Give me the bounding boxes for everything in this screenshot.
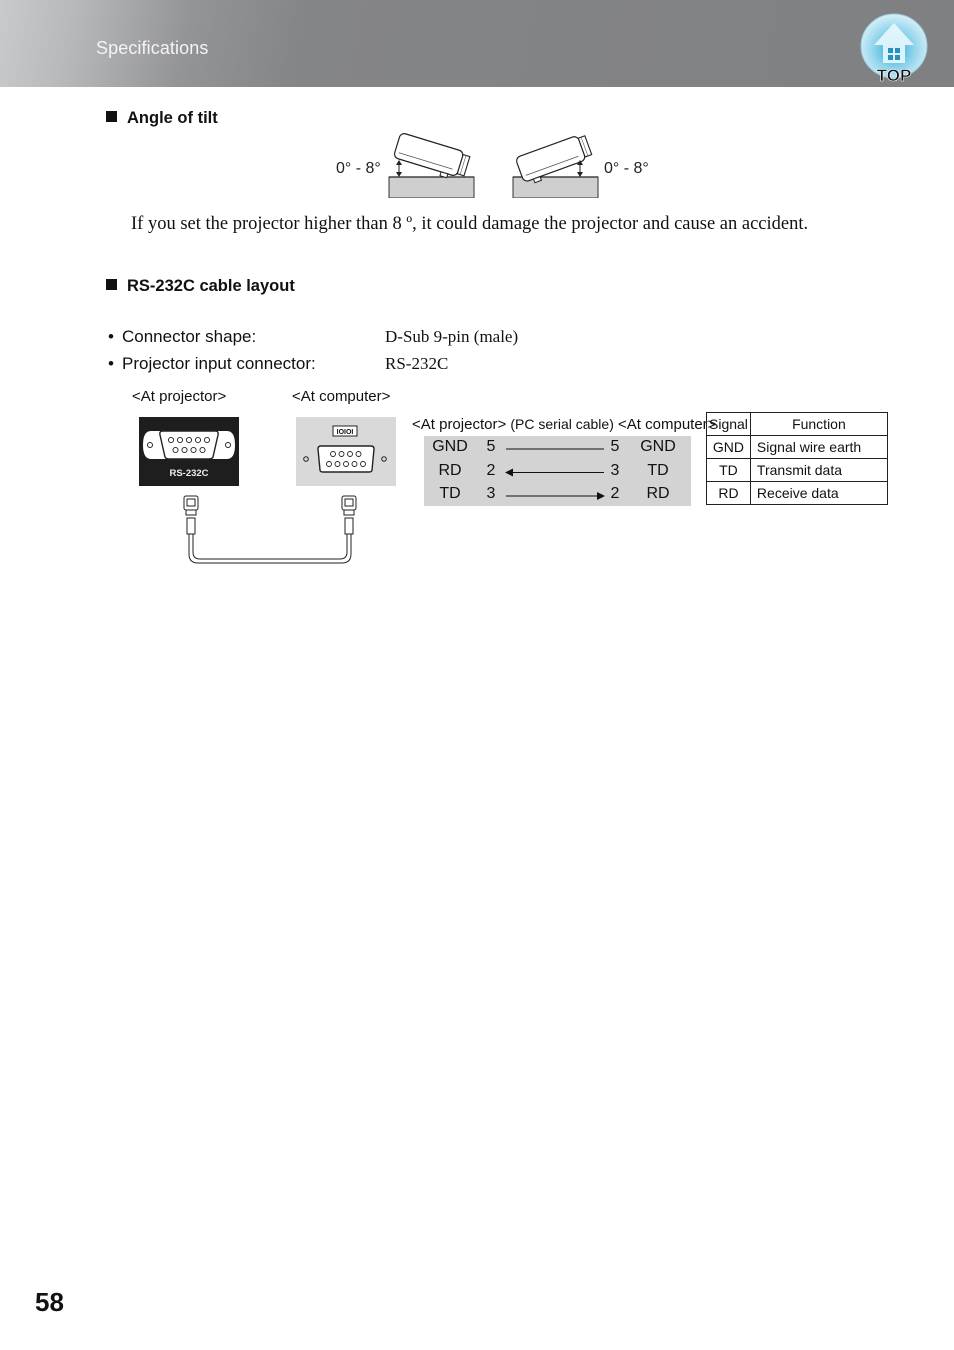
top-label: TOP <box>877 66 912 85</box>
serial-symbol: IOIOI <box>337 429 354 436</box>
table-row: TD Transmit data <box>706 458 888 482</box>
wiring-caption-cable: (PC serial cable) <box>510 416 614 432</box>
function-cell: Transmit data <box>749 458 888 482</box>
arrow-left-icon <box>505 468 513 477</box>
page-header: Specifications TOP <box>0 0 954 87</box>
section-heading-text: Angle of tilt <box>127 109 218 127</box>
function-cell: Signal wire earth <box>749 435 888 459</box>
wiring-header: <At projector> (PC serial cable) <At com… <box>412 416 716 433</box>
spec-item: • Connector shape: <box>108 327 256 347</box>
tilt-range-right: 0° - 8° <box>604 160 649 177</box>
section-heading-text: RS-232C cable layout <box>127 277 295 295</box>
home-up-arrow-icon: TOP <box>860 13 928 85</box>
spec-value: D-Sub 9-pin (male) <box>385 327 519 346</box>
page-number: 58 <box>35 1287 64 1317</box>
signal-cell: RD <box>706 481 751 505</box>
tilt-warning-text: If you set the projector higher than 8 º… <box>131 214 809 234</box>
cable-plug-left <box>183 495 199 535</box>
table-row: GND Signal wire earth <box>706 435 888 459</box>
tilt-range-left: 0° - 8° <box>336 160 381 177</box>
top-button[interactable]: TOP <box>860 13 928 85</box>
wiring-caption-computer: <At computer> <box>618 416 717 433</box>
table-header-row: Signal Function <box>706 412 888 436</box>
bullet-icon: • <box>108 327 114 346</box>
projector-rs232-port-illustration: RS-232C <box>139 417 239 486</box>
arrow-right-icon <box>597 492 605 500</box>
cable-plug-right <box>341 495 357 535</box>
header-title: Specifications <box>96 38 209 58</box>
computer-serial-port-illustration: IOIOI <box>296 417 396 486</box>
table-row: RD Receive data <box>706 481 888 505</box>
spec-value: RS-232C <box>385 354 449 373</box>
section-heading-rs232: RS-232C cable layout <box>106 277 295 296</box>
signal-cell: GND <box>706 435 751 459</box>
projector-tilt-left-illustration <box>388 133 475 198</box>
wiring-diagram: GND 5 5 GND RD 2 3 TD TD 3 2 RD <box>424 436 691 506</box>
square-bullet-icon <box>106 279 117 290</box>
wiring-caption-projector: <At projector> <box>412 416 507 433</box>
column-header-signal: Signal <box>706 412 751 436</box>
serial-cable-illustration <box>183 495 357 564</box>
spec-label: Connector shape: <box>122 327 257 346</box>
spec-label: Projector input connector: <box>122 354 316 373</box>
function-cell: Receive data <box>749 481 888 505</box>
bullet-icon: • <box>108 354 114 373</box>
column-header-function: Function <box>749 412 888 436</box>
wiring-lines <box>505 448 605 500</box>
caption-at-projector: <At projector> <box>132 388 227 405</box>
signal-function-table: Signal Function GND Signal wire earth TD… <box>706 412 888 505</box>
spec-item: • Projector input connector: <box>108 354 316 374</box>
signal-cell: TD <box>706 458 751 482</box>
port-label: RS-232C <box>169 468 208 479</box>
square-bullet-icon <box>106 111 117 122</box>
caption-at-computer: <At computer> <box>292 388 391 405</box>
section-heading-tilt: Angle of tilt <box>106 109 218 128</box>
projector-tilt-right-illustration <box>512 135 599 198</box>
